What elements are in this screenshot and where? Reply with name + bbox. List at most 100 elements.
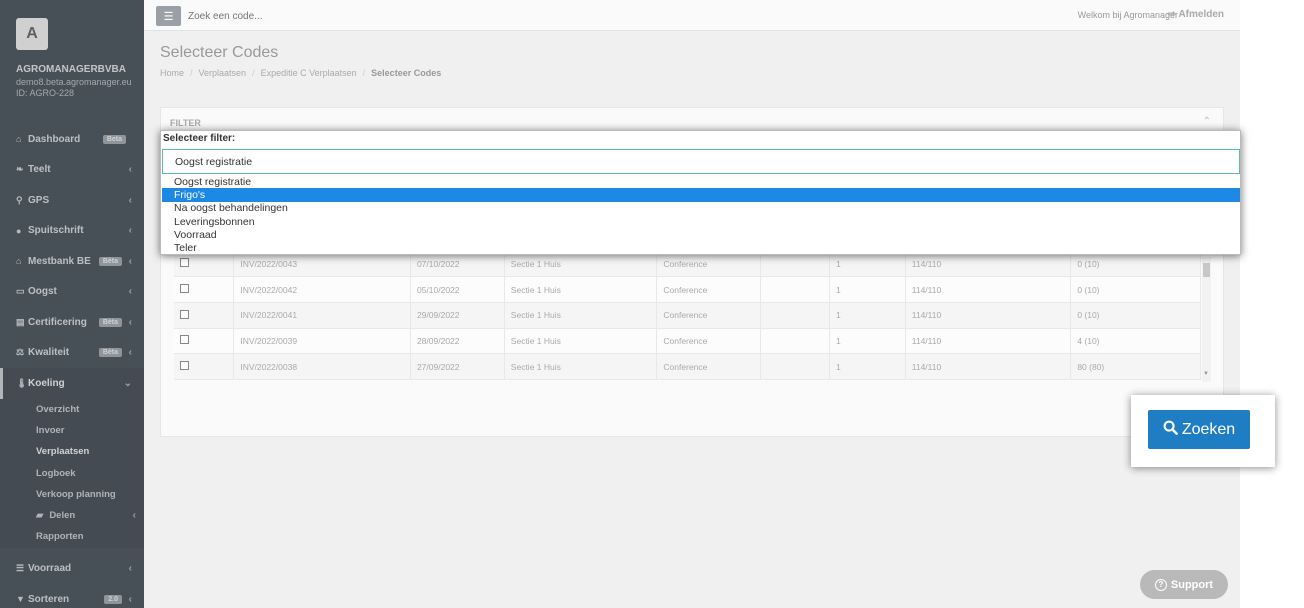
sidebar-item-voorraad[interactable]: ☰ Voorraad ‹ (0, 554, 144, 585)
code-search-input[interactable] (188, 7, 488, 25)
sidebar-item-certificering[interactable]: ▤ Certificering Bèta ‹ (0, 307, 144, 338)
table-row[interactable]: INV/2022/0038 27/09/2022 Sectie 1 Huis Conf… (174, 353, 1201, 380)
chevron-left-icon: ‹ (128, 316, 132, 328)
table-cell: 80 (80) (1070, 353, 1201, 380)
chevron-left-icon: ‹ (128, 563, 132, 575)
filter-option[interactable]: Leveringsbonnen (162, 215, 1240, 228)
chevron-up-icon[interactable]: ⌃ (1203, 116, 1211, 127)
sidebar-item-gps[interactable]: ⚲ GPS ‹ (0, 185, 144, 216)
table-row[interactable]: INV/2022/0039 28/09/2022 Sectie 1 Huis Conf… (174, 328, 1201, 355)
row-checkbox-cell (174, 302, 235, 329)
submenu-item-verkoop-planning[interactable]: Verkoop planning (0, 484, 144, 505)
submenu-item-invoer[interactable]: Invoer (0, 420, 144, 441)
chevron-left-icon: ‹ (128, 593, 132, 605)
table-cell: INV/2022/0042 (233, 276, 411, 303)
table-cell: 1 (829, 328, 906, 355)
table-cell: 1 (829, 353, 906, 380)
leaf-icon: ❧ (16, 164, 24, 175)
filter-label: Selecteer filter: (163, 133, 236, 144)
chevron-left-icon: ‹ (128, 225, 132, 237)
sidebar-item-label: Sorteren (28, 593, 70, 605)
table-cell: Sectie 1 Huis (504, 302, 658, 329)
version-badge: 2.0 (104, 594, 122, 604)
filter-dropdown: Selecteer filter: Oogst registratie Oogs… (160, 130, 1241, 255)
help-icon: ? (1154, 578, 1167, 591)
sidebar-item-kwaliteit[interactable]: ⚖ Kwaliteit Bèta ‹ (0, 338, 144, 369)
sidebar-item-spuitschrift[interactable]: ● Spuitschrift ‹ (0, 216, 144, 247)
submenu-item-logboek[interactable]: Logboek (0, 462, 144, 483)
table-cell: 114/110 (905, 353, 1072, 380)
filter-option[interactable]: Teler (162, 241, 1240, 254)
search-button[interactable]: Zoeken (1148, 410, 1250, 449)
submenu-item-delen[interactable]: ▰ Delen ‹ (0, 505, 144, 526)
chevron-left-icon: ‹ (128, 164, 132, 176)
sidebar-item-dashboard[interactable]: ⌂ Dashboard Beta (0, 124, 144, 155)
table-cell: INV/2022/0041 (233, 302, 411, 329)
table-cell: Sectie 1 Huis (504, 353, 658, 380)
row-checkbox[interactable] (180, 258, 189, 268)
scroll-down-icon[interactable]: ▼ (1203, 371, 1209, 377)
beta-badge: Bèta (98, 348, 122, 358)
logout-link[interactable]: ⇨ Afmelden (1168, 9, 1224, 20)
submenu-item-verplaatsen[interactable]: Verplaatsen (0, 441, 144, 462)
sidebar-item-oogst[interactable]: ▭ Oogst ‹ (0, 277, 144, 308)
filter-option-highlighted[interactable]: Frigo's (162, 188, 1240, 202)
table-cell: 114/110 (905, 302, 1072, 329)
home-icon: ⌂ (16, 134, 22, 145)
map-pin-icon: ⚲ (16, 194, 23, 205)
table-scrollbar-thumb[interactable] (1203, 263, 1210, 277)
filter-option[interactable]: Na oogst behandelingen (162, 202, 1240, 215)
table-cell: 1 (829, 276, 906, 303)
row-checkbox-cell (174, 328, 235, 355)
row-checkbox-cell (174, 276, 235, 303)
filter-icon: ▼ (16, 594, 25, 605)
table-cell: 28/09/2022 (410, 328, 505, 355)
sidebar-item-label: Voorraad (28, 563, 72, 575)
row-checkbox[interactable] (180, 335, 189, 345)
drop-icon: ● (16, 225, 22, 236)
sidebar-item-mestbank[interactable]: ⌂ Mestbank BE Bèta ‹ (0, 246, 144, 277)
table-cell: Conference (656, 276, 762, 303)
table-cell (760, 276, 830, 303)
submenu-item-rapporten[interactable]: Rapporten (0, 526, 144, 547)
row-checkbox-cell (174, 353, 235, 380)
table-cell: 114/110 (905, 328, 1072, 355)
filter-select[interactable]: Oogst registratie (162, 149, 1240, 174)
page-title: Selecteer Codes (160, 44, 279, 61)
filter-option[interactable]: Oogst registratie (162, 175, 1240, 188)
table-row[interactable]: INV/2022/0041 29/09/2022 Sectie 1 Huis Conf… (174, 302, 1201, 329)
sidebar-item-teelt[interactable]: ❧ Teelt ‹ (0, 155, 144, 186)
breadcrumb-expeditie[interactable]: Expeditie C Verplaatsen (261, 68, 357, 78)
sidebar-item-label: Mestbank BE (28, 255, 91, 267)
filter-option[interactable]: Voorraad (162, 228, 1240, 241)
table-cell: Sectie 1 Huis (504, 328, 658, 355)
topbar: ☰ Welkom bij Agromanager ⇨ Afmelden (144, 0, 1240, 31)
row-checkbox[interactable] (180, 309, 189, 319)
table-cell (760, 353, 830, 380)
search-icon (1163, 420, 1178, 440)
support-button[interactable]: ? Support (1140, 570, 1228, 599)
table-cell (760, 302, 830, 329)
avatar[interactable]: A (16, 18, 48, 50)
beta-badge: Bèta (98, 317, 122, 327)
chevron-left-icon: ‹ (128, 347, 132, 359)
filter-panel-title: FILTER (170, 118, 201, 128)
row-checkbox[interactable] (180, 361, 189, 371)
table-cell: 05/10/2022 (410, 276, 505, 303)
filter-options-list: Oogst registratie Frigo's Na oogst behan… (162, 175, 1240, 255)
table-cell: 0 (10) (1070, 302, 1201, 329)
submenu-item-overzicht[interactable]: Overzicht (0, 399, 144, 420)
sidebar-item-label: Kwaliteit (28, 347, 70, 359)
table-row[interactable]: INV/2022/0042 05/10/2022 Sectie 1 Huis Conf… (174, 276, 1201, 303)
sidebar-item-sorteren[interactable]: ▼ Sorteren 2.0 ‹ (0, 584, 144, 608)
sidebar-menu: ⌂ Dashboard Beta ❧ Teelt ‹ ⚲ GPS ‹ ● Spuitschri… (0, 124, 144, 608)
beta-badge: Beta (102, 134, 126, 144)
koeling-submenu: Overzicht Invoer Verplaatsen Logboek Ver… (0, 398, 144, 548)
logout-label: Afmelden (1178, 9, 1224, 20)
menu-toggle-button[interactable]: ☰ (156, 6, 181, 26)
sidebar-item-koeling[interactable]: 🌡 Koeling ⌄ (0, 368, 144, 399)
sidebar-item-label: Certificering (28, 316, 87, 328)
breadcrumb-home[interactable]: Home (160, 68, 184, 78)
breadcrumb-verplaatsen[interactable]: Verplaatsen (199, 68, 247, 78)
row-checkbox[interactable] (180, 284, 189, 294)
